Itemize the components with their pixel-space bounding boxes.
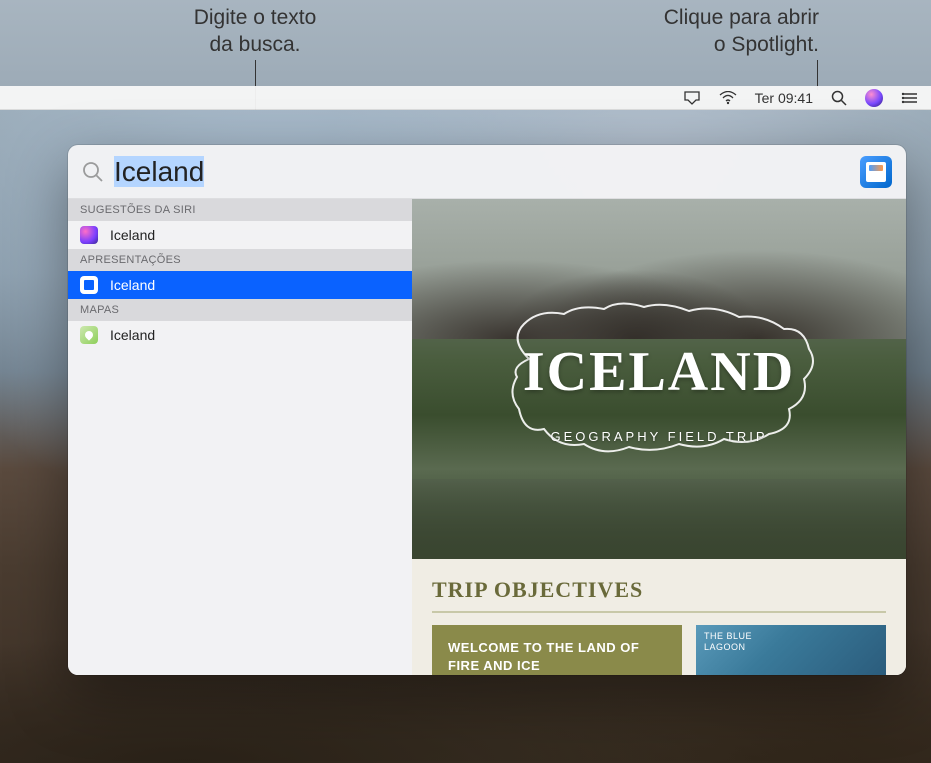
siri-icon[interactable] [865,89,883,107]
section-header-siri: SUGESTÕES DA SIRI [68,199,412,221]
result-maps-iceland[interactable]: Iceland [68,321,412,349]
search-input[interactable]: Iceland [114,156,860,188]
section-header-maps: MAPAS [68,299,412,321]
airplay-icon[interactable] [683,91,701,105]
spotlight-icon[interactable] [831,90,847,106]
search-row: Iceland [68,145,906,199]
spotlight-window: Iceland SUGESTÕES DA SIRI Iceland APRESE… [68,145,906,675]
slide-title: ICELAND [523,340,795,404]
slide-subtitle: GEOGRAPHY FIELD TRIP [550,429,767,444]
keynote-file-icon [80,276,98,294]
maps-icon [80,326,98,344]
welcome-box: WELCOME TO THE LAND OF FIRE AND ICE [432,625,682,675]
menubar: Ter 09:41 [0,86,931,110]
blue-lagoon-box: THE BLUE LAGOON [696,625,886,675]
result-siri-iceland[interactable]: Iceland [68,221,412,249]
result-label: Iceland [110,277,155,293]
notification-center-icon[interactable] [901,91,919,105]
callout-search: Digite o texto da busca. [165,4,345,59]
datetime[interactable]: Ter 09:41 [755,90,813,106]
keynote-app-icon [860,156,892,188]
result-label: Iceland [110,227,155,243]
result-presentation-iceland[interactable]: Iceland [68,271,412,299]
section-header-presentations: APRESENTAÇÕES [68,249,412,271]
results-sidebar: SUGESTÕES DA SIRI Iceland APRESENTAÇÕES … [68,199,412,675]
preview-slide-1: ICELAND GEOGRAPHY FIELD TRIP [412,199,906,559]
search-icon [82,161,104,183]
result-label: Iceland [110,327,155,343]
siri-icon [80,226,98,244]
wifi-icon[interactable] [719,91,737,105]
trip-objectives-heading: TRIP OBJECTIVES [432,577,886,613]
preview-pane: ICELAND GEOGRAPHY FIELD TRIP TRIP OBJECT… [412,199,906,675]
callout-spotlight: Clique para abrir o Spotlight. [599,4,819,59]
preview-slide-2: TRIP OBJECTIVES WELCOME TO THE LAND OF F… [412,559,906,675]
